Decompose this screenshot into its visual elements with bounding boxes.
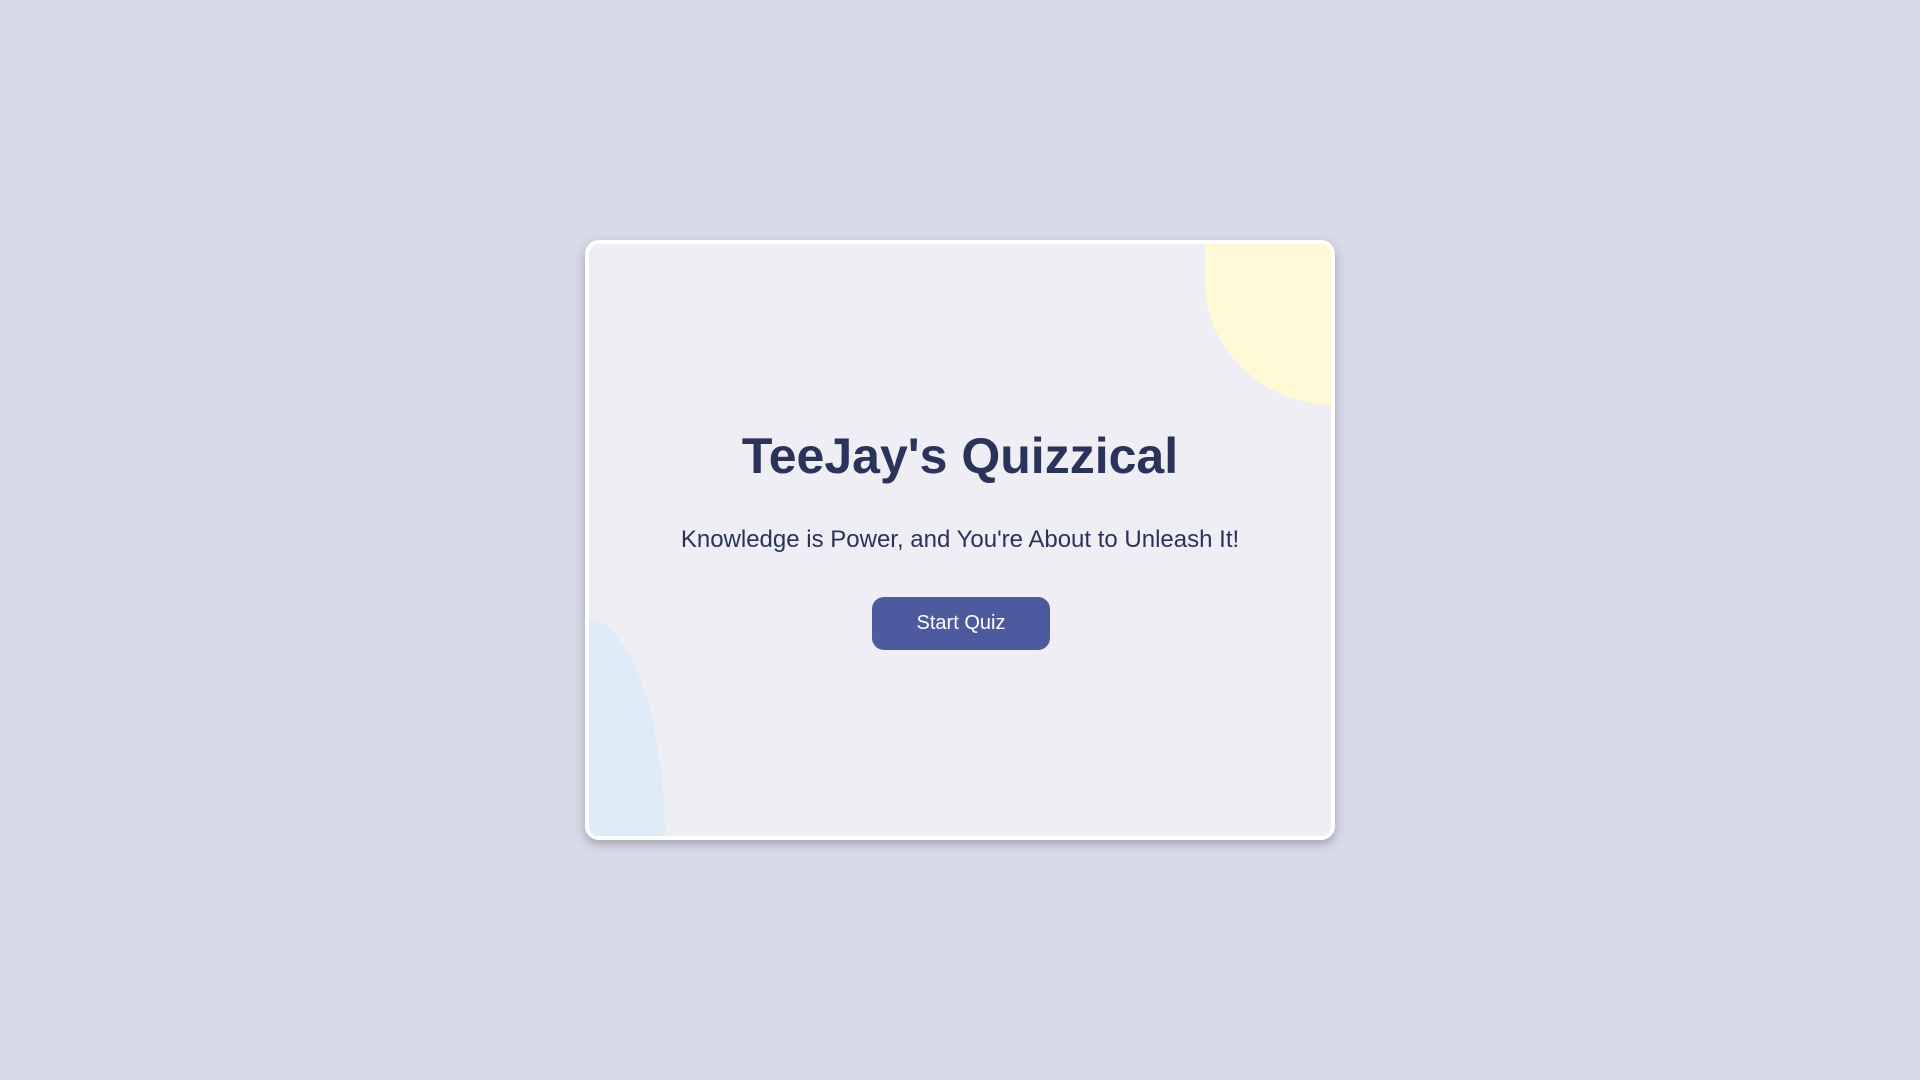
- intro-card: TeeJay's Quizzical Knowledge is Power, a…: [585, 240, 1335, 840]
- start-quiz-button[interactable]: Start Quiz: [872, 597, 1050, 650]
- page-title: TeeJay's Quizzical: [741, 428, 1179, 484]
- page-subtitle: Knowledge is Power, and You're About to …: [680, 526, 1240, 553]
- intro-content: TeeJay's Quizzical Knowledge is Power, a…: [589, 244, 1331, 836]
